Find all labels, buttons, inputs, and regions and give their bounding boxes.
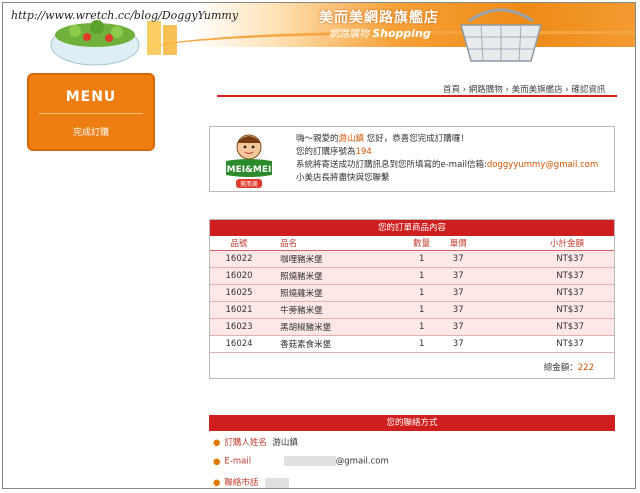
page-frame: http://www.wretch.cc/blog/DoggyYummy 美而美… xyxy=(2,2,636,489)
order-total-value: 222 xyxy=(577,363,594,373)
order-number: 194 xyxy=(355,147,372,157)
order-items-title: 您的訂單商品內容 xyxy=(210,220,614,236)
redacted-block xyxy=(283,456,336,466)
blog-watermark: http://www.wretch.cc/blog/DoggyYummy xyxy=(11,9,239,22)
col-header-qty: 數量 xyxy=(403,236,440,251)
table-row: 16021 牛蒡豬米堡 1 37 NT$37 xyxy=(210,301,614,319)
col-header-id: 品號 xyxy=(210,236,269,251)
bullet-icon: ● xyxy=(213,438,221,448)
table-row: 16022 咖哩豬米堡 1 37 NT$37 xyxy=(210,250,614,268)
breadcrumb-divider xyxy=(217,95,617,97)
order-items-table: 品號 品名 數量 單價 小計金額 16022 咖哩豬米堡 1 37 NT$37 1602… xyxy=(210,236,614,353)
redacted-block xyxy=(265,477,290,488)
store-title: 美而美網路旗艦店 xyxy=(319,10,439,26)
logo-subtext: 美而美 xyxy=(240,180,258,188)
bullet-icon: ● xyxy=(213,456,221,467)
order-total: 總金額：222 xyxy=(543,363,594,373)
contact-phone-row: ● 聯絡市話 xyxy=(213,476,290,488)
contact-name-value: 游山鎮 xyxy=(272,438,298,448)
contact-name-row: ● 訂購人姓名 游山鎮 xyxy=(213,438,298,448)
table-row: 16020 照燒豬米堡 1 37 NT$37 xyxy=(210,267,614,285)
table-row: 16023 黑胡椒豬米堡 1 37 NT$37 xyxy=(210,318,614,336)
table-row: 16025 照燒雞米堡 1 37 NT$37 xyxy=(210,284,614,302)
menu-divider xyxy=(39,113,143,114)
meimei-logo-icon: MEI&MEI 美而美 xyxy=(226,134,272,188)
site-header: http://www.wretch.cc/blog/DoggyYummy 美而美… xyxy=(3,3,635,75)
customer-name: 游山鎮 xyxy=(338,134,365,144)
left-menu: MENU 完成訂購 xyxy=(27,73,155,151)
breadcrumb[interactable]: 首頁 › 網路購物 › 美而美旗艦店 › 確認資訊 xyxy=(443,83,605,95)
logo-text: MEI&MEI xyxy=(227,165,272,175)
table-row: 16024 香菇素食米堡 1 37 NT$37 xyxy=(210,335,614,353)
salad-bowl-icon xyxy=(50,20,177,66)
contact-info-title: 您的聯絡方式 xyxy=(209,415,615,431)
order-items-panel: 您的訂單商品內容 品號 品名 數量 單價 小計金額 16022 咖哩豬米堡 1 37 N… xyxy=(209,219,615,379)
menu-item-complete-order[interactable]: 完成訂購 xyxy=(29,125,153,138)
bullet-icon: ● xyxy=(213,478,221,488)
col-header-subtotal: 小計金額 xyxy=(476,236,614,251)
customer-email: doggyyummy@gmail.com xyxy=(486,160,599,170)
order-confirmation-panel: MEI&MEI 美而美 嗨～親愛的游山鎮 您好，恭喜您完成訂購囉！ 您的訂購序號… xyxy=(209,126,615,192)
store-subtitle: 網路購物 Shopping xyxy=(329,27,431,40)
confirmation-message: 嗨～親愛的游山鎮 您好，恭喜您完成訂購囉！ 您的訂購序號為194 系統將寄送成功… xyxy=(296,134,599,183)
contact-email-row: ● E-mail @gmail.com xyxy=(213,456,389,467)
contact-email-value: @gmail.com xyxy=(335,456,389,467)
menu-title: MENU xyxy=(65,89,117,105)
col-header-price: 單價 xyxy=(439,236,477,251)
shopping-basket-icon xyxy=(460,8,542,62)
col-header-name: 品名 xyxy=(268,236,404,251)
